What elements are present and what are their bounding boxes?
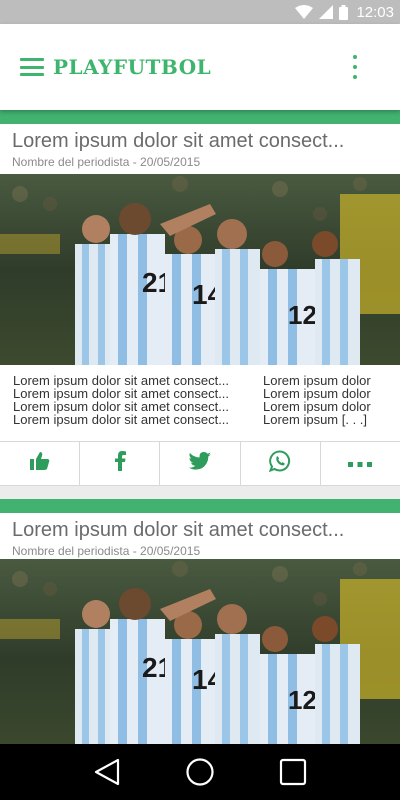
status-bar: 12:03 (0, 0, 400, 24)
app-bar: PLAYFUTBOL (0, 24, 400, 110)
back-icon[interactable] (87, 752, 127, 792)
whatsapp-share-button[interactable] (241, 442, 321, 485)
more-actions-button[interactable] (321, 442, 400, 485)
like-button[interactable] (0, 442, 81, 485)
excerpt-column-2: Lorem ipsum dolor Lorem ipsum dolor Lore… (263, 374, 371, 441)
facebook-share-button[interactable] (80, 442, 161, 485)
svg-text:12: 12 (288, 300, 317, 330)
system-nav-bar (0, 744, 400, 800)
article-image[interactable]: 21 14 12 (0, 174, 400, 365)
excerpt-line: Lorem ipsum dolor sit amet consect... (13, 412, 230, 427)
status-time: 12:03 (356, 3, 394, 21)
twitter-icon (189, 452, 211, 475)
more-vert-icon[interactable] (352, 55, 358, 79)
article-meta: Nombre del periodista - 20/05/2015 (12, 544, 201, 558)
article-excerpt: Lorem ipsum dolor sit amet consect... Lo… (0, 365, 400, 441)
home-icon[interactable] (180, 752, 220, 792)
news-feed[interactable]: Lorem ipsum dolor sit amet consect... No… (0, 110, 400, 744)
recents-icon[interactable] (273, 752, 313, 792)
article-card[interactable]: Lorem ipsum dolor sit amet consect... No… (0, 499, 400, 744)
excerpt-line: Lorem ipsum [. . .] (263, 412, 368, 427)
excerpt-column-1: Lorem ipsum dolor sit amet consect... Lo… (13, 374, 263, 441)
article-image[interactable]: 21 14 12 (0, 559, 400, 744)
card-gap (0, 486, 400, 499)
more-horiz-icon (348, 455, 373, 473)
svg-text:12: 12 (288, 685, 317, 715)
article-title[interactable]: Lorem ipsum dolor sit amet consect... (12, 129, 388, 153)
app-root: 12:03 PLAYFUTBOL Lorem ipsum dolor sit a… (0, 0, 400, 800)
card-accent-bar (0, 110, 400, 124)
facebook-icon (114, 451, 126, 476)
article-actions (0, 441, 400, 486)
hamburger-menu-icon[interactable] (20, 58, 44, 76)
wifi-icon (295, 5, 314, 19)
twitter-share-button[interactable] (160, 442, 241, 485)
card-header: Lorem ipsum dolor sit amet consect... No… (0, 513, 400, 559)
whatsapp-icon (268, 450, 291, 477)
card-accent-bar (0, 499, 400, 513)
card-header: Lorem ipsum dolor sit amet consect... No… (0, 124, 400, 174)
article-meta: Nombre del periodista - 20/05/2015 (12, 155, 201, 169)
article-title[interactable]: Lorem ipsum dolor sit amet consect... (12, 518, 388, 542)
article-card[interactable]: Lorem ipsum dolor sit amet consect... No… (0, 110, 400, 486)
signal-icon (319, 5, 334, 19)
thumbs-up-icon (29, 452, 50, 475)
battery-icon (339, 4, 349, 20)
app-title: PLAYFUTBOL (53, 55, 212, 79)
